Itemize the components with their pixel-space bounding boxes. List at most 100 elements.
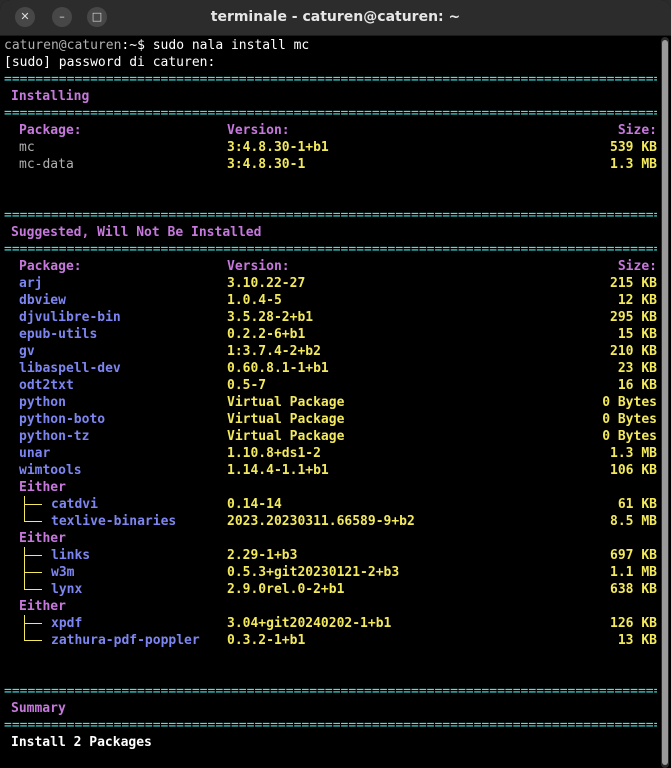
package-version: Virtual Package: [227, 395, 345, 410]
separator: ========================================…: [4, 242, 657, 257]
table-row: python-boto Virtual Package 0 Bytes: [4, 411, 657, 428]
package-version: 2023.20230311.66589-9+b2: [227, 514, 415, 529]
terminal-output[interactable]: caturen@caturen:~$ sudo nala install mc …: [4, 37, 657, 768]
package-size: 0 Bytes: [602, 429, 657, 444]
scrollbar-thumb[interactable]: [662, 40, 668, 765]
table-row: odt2txt 0.5-7 16 KB: [4, 377, 657, 394]
package-name: gv: [19, 344, 35, 359]
separator: ========================================…: [4, 684, 657, 699]
tree-connector: [21, 547, 45, 564]
package-name: unar: [19, 446, 51, 461]
package-size: 16 KB: [617, 378, 657, 393]
header-size: Size:: [617, 123, 657, 138]
package-name: python-tz: [19, 429, 90, 444]
package-version: 1.0.4-5: [227, 293, 282, 308]
table-row: mc-data 3:4.8.30-1 1.3 MB: [4, 156, 657, 173]
package-name: mc: [19, 140, 35, 155]
package-size: 8.5 MB: [610, 514, 657, 529]
package-version: 3:4.8.30-1: [227, 157, 306, 172]
package-version: 1:3.7.4-2+b2: [227, 344, 321, 359]
header-size: Size:: [617, 259, 657, 274]
package-name: lynx: [51, 582, 83, 597]
package-size: 13 KB: [617, 633, 657, 648]
package-size: 295 KB: [610, 310, 657, 325]
package-name: links: [51, 548, 91, 563]
package-size: 61 KB: [617, 497, 657, 512]
table-row: gv 1:3.7.4-2+b2 210 KB: [4, 343, 657, 360]
install-count-text: Install 2 Packages: [11, 735, 152, 750]
package-name: xpdf: [51, 616, 83, 631]
package-version: 2.9.0rel.0-2+b1: [227, 582, 345, 597]
table-row: mc 3:4.8.30-1+b1 539 KB: [4, 139, 657, 156]
package-name: texlive-binaries: [51, 514, 177, 529]
header-package: Package:: [19, 259, 82, 274]
table-row: epub-utils 0.2.2-6+b1 15 KB: [4, 326, 657, 343]
package-size: 15 KB: [617, 327, 657, 342]
table-row: texlive-binaries 2023.20230311.66589-9+b2…: [4, 513, 657, 530]
package-version: 0.14-14: [227, 497, 282, 512]
either-label-text: Either: [19, 480, 66, 495]
prompt-line: caturen@caturen:~$ sudo nala install mc: [4, 37, 657, 54]
header-package: Package:: [19, 123, 82, 138]
tree-connector: [21, 615, 45, 632]
prompt-path: :~: [121, 38, 138, 53]
package-size: 1.1 MB: [610, 565, 657, 580]
header-version: Version:: [227, 123, 290, 138]
table-row: zathura-pdf-poppler 0.3.2-1+b1 13 KB: [4, 632, 657, 649]
package-name: mc-data: [19, 157, 74, 172]
package-name: djvulibre-bin: [19, 310, 121, 325]
table-row: unar 1.10.8+ds1-2 1.3 MB: [4, 445, 657, 462]
section-heading: Installing: [4, 88, 657, 105]
either-label: Either: [4, 530, 657, 547]
title-bar[interactable]: ✕ – □ terminale - caturen@caturen: ~: [0, 0, 671, 36]
tree-connector: [21, 564, 45, 581]
package-version: 3.04+git20240202-1+b1: [227, 616, 392, 631]
package-name: arj: [19, 276, 43, 291]
package-version: 0.5-7: [227, 378, 267, 393]
package-size: 0 Bytes: [602, 395, 657, 410]
section-heading: Suggested, Will Not Be Installed: [4, 224, 657, 241]
table-header: Package: Version: Size:: [4, 258, 657, 275]
package-version: 3.10.22-27: [227, 276, 306, 291]
package-name: odt2txt: [19, 378, 74, 393]
section-heading-text: Suggested, Will Not Be Installed: [11, 225, 262, 240]
tree-connector: [21, 632, 45, 649]
prompt-command: sudo nala install mc: [144, 38, 310, 53]
package-name: libaspell-dev: [19, 361, 121, 376]
package-name: w3m: [51, 565, 75, 580]
package-size: 1.3 MB: [610, 446, 657, 461]
table-header: Package: Version: Size:: [4, 122, 657, 139]
either-label-text: Either: [19, 531, 66, 546]
package-name: wimtools: [19, 463, 82, 478]
package-size: 697 KB: [610, 548, 657, 563]
package-size: 126 KB: [610, 616, 657, 631]
table-row: dbview 1.0.4-5 12 KB: [4, 292, 657, 309]
either-label: Either: [4, 479, 657, 496]
section-heading-text: Installing: [11, 89, 90, 104]
package-version: 0.60.8.1-1+b1: [227, 361, 329, 376]
package-version: Virtual Package: [227, 429, 345, 444]
package-name: python-boto: [19, 412, 106, 427]
table-row: links 2.29-1+b3 697 KB: [4, 547, 657, 564]
section-heading: Summary: [4, 700, 657, 717]
package-size: 1.3 MB: [610, 157, 657, 172]
either-label: Either: [4, 598, 657, 615]
package-size: 23 KB: [617, 361, 657, 376]
prompt-user-host: caturen@caturen: [4, 38, 122, 53]
nala-output: ========================================…: [4, 71, 657, 768]
table-row: arj 3.10.22-27 215 KB: [4, 275, 657, 292]
package-size: 0 Bytes: [602, 412, 657, 427]
package-name: dbview: [19, 293, 66, 308]
tree-connector: [21, 513, 45, 530]
tree-connector: [21, 581, 45, 598]
separator: ========================================…: [4, 106, 657, 121]
package-version: 3.5.28-2+b1: [227, 310, 314, 325]
package-version: 0.5.3+git20230121-2+b3: [227, 565, 400, 580]
package-version: 0.2.2-6+b1: [227, 327, 306, 342]
table-row: catdvi 0.14-14 61 KB: [4, 496, 657, 513]
package-version: Virtual Package: [227, 412, 345, 427]
package-version: 1.14.4-1.1+b1: [227, 463, 329, 478]
